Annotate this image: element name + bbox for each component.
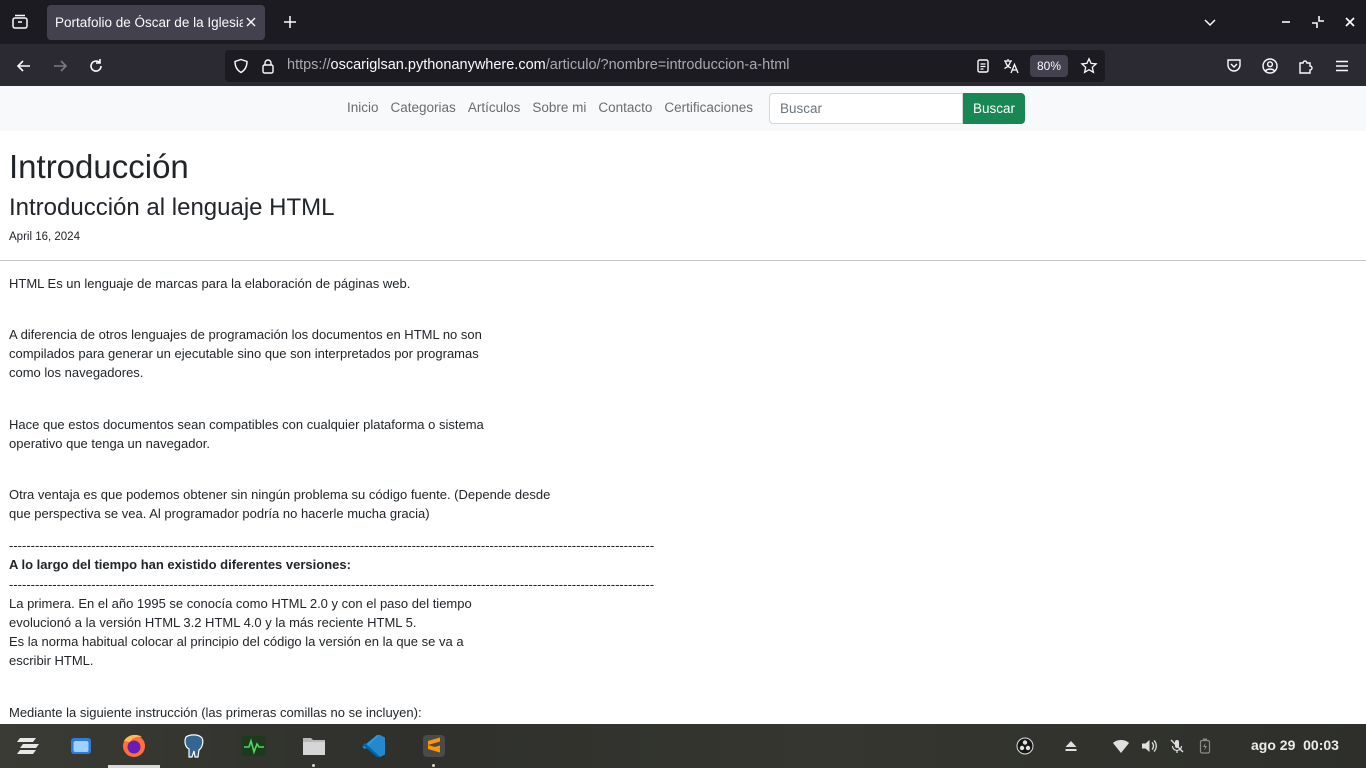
zorin-menu-icon[interactable]: [12, 730, 44, 762]
nav-link-certificaciones[interactable]: Certificaciones: [658, 100, 759, 115]
back-arrow-icon[interactable]: [12, 54, 36, 78]
nav-link-articulos[interactable]: Artículos: [462, 100, 527, 115]
new-tab-icon[interactable]: [279, 11, 301, 33]
url-bar[interactable]: https://oscariglsan.pythonanywhere.com/a…: [225, 50, 1105, 82]
firefox-icon[interactable]: [118, 730, 150, 762]
running-indicator: [312, 764, 315, 767]
restore-icon[interactable]: [1307, 11, 1329, 33]
pgadmin-elephant-icon[interactable]: [178, 730, 210, 762]
obs-icon[interactable]: [1015, 736, 1035, 756]
url-text[interactable]: https://oscariglsan.pythonanywhere.com/a…: [287, 57, 790, 73]
browser-tab-active[interactable]: Portafolio de Óscar de la Iglesias: [47, 5, 265, 40]
url-host: oscariglsan.pythonanywhere.com: [330, 57, 546, 73]
web-page: Inicio Categorias Artículos Sobre mi Con…: [0, 86, 1366, 724]
bookmark-star-icon[interactable]: [1080, 57, 1098, 75]
running-indicator: [432, 764, 435, 767]
battery-icon[interactable]: [1195, 736, 1215, 756]
search-input[interactable]: Buscar: [769, 93, 963, 124]
versions-heading: A lo largo del tiempo han existido difer…: [9, 557, 351, 572]
forward-arrow-icon[interactable]: [48, 54, 72, 78]
list-all-tabs-icon[interactable]: [8, 10, 32, 34]
desktop-taskbar: ago 29 00:03: [0, 724, 1366, 768]
close-tab-icon[interactable]: [243, 14, 259, 30]
site-navbar: Inicio Categorias Artículos Sobre mi Con…: [0, 86, 1366, 131]
account-icon[interactable]: [1258, 54, 1282, 78]
browser-toolbar: https://oscariglsan.pythonanywhere.com/a…: [0, 44, 1366, 86]
reader-view-icon[interactable]: [974, 57, 992, 75]
eject-icon[interactable]: [1061, 736, 1081, 756]
site-nav-menu: Inicio Categorias Artículos Sobre mi Con…: [341, 100, 759, 115]
nav-link-contacto[interactable]: Contacto: [592, 100, 658, 115]
tab-title: Portafolio de Óscar de la Iglesias: [55, 15, 243, 30]
search-button[interactable]: Buscar: [963, 93, 1025, 124]
system-monitor-icon[interactable]: [238, 730, 270, 762]
volume-icon[interactable]: [1139, 736, 1159, 756]
paragraph-4: Otra ventaja es que podemos obtener sin …: [9, 487, 551, 521]
header-divider: [0, 260, 1366, 261]
article-title: Introducción al lenguaje HTML: [9, 194, 335, 221]
clock[interactable]: ago 29 00:03: [1251, 737, 1339, 753]
browser-tab-strip: Portafolio de Óscar de la Iglesias: [0, 0, 1366, 44]
workspaces-icon[interactable]: [65, 730, 97, 762]
paragraph-5: La primera. En el año 1995 se conocía co…: [9, 596, 472, 668]
url-path: /articulo/?nombre=introduccion-a-html: [545, 57, 790, 73]
vscode-icon[interactable]: [358, 730, 390, 762]
article-category-title: Introducción: [9, 148, 189, 185]
close-window-icon[interactable]: [1339, 11, 1361, 33]
zoom-level-badge[interactable]: 80%: [1030, 55, 1068, 77]
shield-icon[interactable]: [232, 57, 250, 75]
text-divider-top: ----------------------------------------…: [9, 538, 655, 553]
paragraph-6: Mediante la siguiente instrucción (las p…: [9, 705, 422, 720]
menu-hamburger-icon[interactable]: [1330, 54, 1354, 78]
nav-link-sobre-mi[interactable]: Sobre mi: [526, 100, 592, 115]
minimize-icon[interactable]: [1275, 11, 1297, 33]
extensions-puzzle-icon[interactable]: [1294, 54, 1318, 78]
text-divider-bottom: ----------------------------------------…: [9, 577, 655, 592]
microphone-muted-icon[interactable]: [1167, 736, 1187, 756]
reload-icon[interactable]: [84, 54, 108, 78]
files-folder-icon[interactable]: [298, 730, 330, 762]
nav-link-categorias[interactable]: Categorias: [385, 100, 462, 115]
lock-icon[interactable]: [259, 57, 277, 75]
url-prefix: https://: [287, 57, 331, 73]
paragraph-1: HTML Es un lenguaje de marcas para la el…: [9, 276, 411, 291]
wifi-icon[interactable]: [1111, 736, 1131, 756]
article-date: April 16, 2024: [9, 231, 80, 243]
paragraph-3: Hace que estos documentos sean compatibl…: [9, 417, 484, 451]
sublime-text-icon[interactable]: [418, 730, 450, 762]
chevron-down-icon[interactable]: [1199, 11, 1221, 33]
translate-icon[interactable]: [1002, 57, 1020, 75]
paragraph-2: A diferencia de otros lenguajes de progr…: [9, 327, 482, 380]
nav-link-inicio[interactable]: Inicio: [341, 100, 385, 115]
pocket-icon[interactable]: [1222, 54, 1246, 78]
